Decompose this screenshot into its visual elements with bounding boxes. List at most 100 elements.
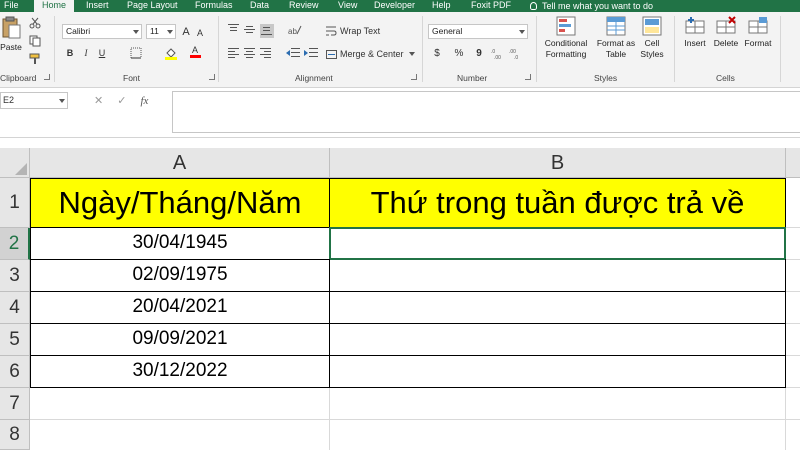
- cell-a8[interactable]: [30, 420, 330, 450]
- row-header-5[interactable]: 5: [0, 324, 30, 356]
- tab-help[interactable]: Help: [432, 0, 451, 12]
- cell-a7[interactable]: [30, 388, 330, 420]
- tab-developer[interactable]: Developer: [374, 0, 415, 12]
- align-middle-button[interactable]: [244, 24, 256, 34]
- cell-b5[interactable]: [329, 323, 786, 356]
- grow-font-button[interactable]: A: [180, 24, 192, 39]
- cell-styles-button[interactable]: Cell Styles: [637, 16, 667, 60]
- number-format-select[interactable]: General: [428, 24, 528, 39]
- cell-c6[interactable]: [786, 356, 800, 388]
- align-right-button[interactable]: [260, 48, 272, 58]
- cell-b6[interactable]: [329, 355, 786, 388]
- cell-b7[interactable]: [330, 388, 786, 420]
- delete-cells-button[interactable]: Delete: [711, 16, 741, 49]
- cell-c3[interactable]: [786, 260, 800, 292]
- conditional-formatting-button[interactable]: Conditional Formatting: [541, 16, 591, 60]
- cell-c7[interactable]: [786, 388, 800, 420]
- decrease-decimal-button[interactable]: .00.0: [508, 46, 524, 60]
- cut-icon[interactable]: [28, 16, 42, 30]
- align-bottom-button[interactable]: [260, 24, 274, 38]
- cell-b8[interactable]: [330, 420, 786, 450]
- enter-icon[interactable]: ✓: [117, 94, 126, 107]
- alignment-group-label: Alignment: [295, 73, 333, 83]
- fill-color-button[interactable]: [162, 46, 180, 60]
- increase-decimal-button[interactable]: .0.00: [490, 46, 506, 60]
- tab-view[interactable]: View: [338, 0, 357, 12]
- cell-a6[interactable]: 30/12/2022: [30, 355, 330, 388]
- tab-formulas[interactable]: Formulas: [195, 0, 233, 12]
- font-size-select[interactable]: 11: [146, 24, 176, 39]
- row-header-8[interactable]: 8: [0, 420, 30, 450]
- insert-cells-button[interactable]: Insert: [680, 16, 710, 49]
- row-header-7[interactable]: 7: [0, 388, 30, 420]
- comma-style-button[interactable]: 9: [472, 46, 486, 60]
- cell-a3[interactable]: 02/09/1975: [30, 259, 330, 292]
- cell-c8[interactable]: [786, 420, 800, 450]
- font-launcher-icon[interactable]: [209, 74, 215, 80]
- tab-file[interactable]: File: [4, 0, 19, 12]
- cell-c5[interactable]: [786, 324, 800, 356]
- cell-c4[interactable]: [786, 292, 800, 324]
- cell-b4[interactable]: [329, 291, 786, 324]
- percent-button[interactable]: %: [452, 46, 466, 60]
- row-header-2[interactable]: 2: [0, 228, 30, 260]
- row-header-6[interactable]: 6: [0, 356, 30, 388]
- group-divider: [674, 16, 675, 82]
- borders-button[interactable]: [126, 46, 146, 60]
- increase-indent-button[interactable]: [304, 48, 318, 58]
- orientation-button[interactable]: ab: [288, 24, 302, 36]
- tab-data[interactable]: Data: [250, 0, 269, 12]
- decrease-indent-button[interactable]: [286, 48, 300, 58]
- format-cells-button[interactable]: Format: [742, 16, 774, 49]
- align-center-button[interactable]: [244, 48, 256, 58]
- format-as-table-button[interactable]: Format as Table: [594, 16, 638, 60]
- cell-c2[interactable]: [786, 228, 800, 260]
- insert-function-icon[interactable]: fx: [140, 95, 148, 107]
- row-header-1[interactable]: 1: [0, 178, 30, 228]
- align-top-button[interactable]: [228, 24, 240, 34]
- cancel-icon[interactable]: ✕: [94, 94, 103, 107]
- cell-b1-header[interactable]: Thứ trong tuần được trả về: [329, 178, 786, 228]
- name-box[interactable]: E2: [0, 92, 68, 109]
- cell-a5[interactable]: 09/09/2021: [30, 323, 330, 356]
- cell-a1-header[interactable]: Ngày/Tháng/Năm: [30, 178, 330, 228]
- row-header-3[interactable]: 3: [0, 260, 30, 292]
- tab-page-layout[interactable]: Page Layout: [127, 0, 178, 12]
- cell-c1[interactable]: [786, 178, 800, 228]
- paste-button[interactable]: Paste: [0, 16, 22, 53]
- merge-center-button[interactable]: Merge & Center: [326, 47, 415, 61]
- copy-icon[interactable]: [28, 34, 42, 48]
- font-name-select[interactable]: Calibri: [62, 24, 142, 39]
- tab-home[interactable]: Home: [34, 0, 75, 12]
- conditional-formatting-label-2: Formatting: [545, 49, 587, 59]
- cell-b2[interactable]: [329, 227, 786, 260]
- cell-b3[interactable]: [329, 259, 786, 292]
- tell-me-search[interactable]: Tell me what you want to do: [530, 0, 653, 12]
- italic-button[interactable]: I: [80, 46, 92, 60]
- select-all-button[interactable]: [0, 148, 30, 178]
- bold-button[interactable]: B: [64, 46, 76, 60]
- clipboard-launcher-icon[interactable]: [44, 74, 50, 80]
- formula-input[interactable]: [172, 91, 800, 133]
- cell-a4[interactable]: 20/04/2021: [30, 291, 330, 324]
- column-header-b[interactable]: B: [330, 148, 786, 178]
- column-header-a[interactable]: A: [30, 148, 330, 178]
- column-header-c[interactable]: [786, 148, 800, 178]
- font-color-button[interactable]: A: [188, 44, 202, 60]
- format-painter-icon[interactable]: [28, 52, 42, 66]
- underline-button[interactable]: U: [96, 46, 108, 60]
- wrap-text-button[interactable]: Wrap Text: [326, 24, 380, 38]
- row-header-4[interactable]: 4: [0, 292, 30, 324]
- select-all-icon: [15, 163, 27, 175]
- alignment-launcher-icon[interactable]: [411, 74, 417, 80]
- increase-decimal-icon: .0.00: [491, 49, 501, 59]
- number-launcher-icon[interactable]: [525, 74, 531, 80]
- merge-center-label: Merge & Center: [340, 49, 404, 59]
- currency-button[interactable]: $: [430, 46, 444, 60]
- tab-insert[interactable]: Insert: [86, 0, 109, 12]
- tab-review[interactable]: Review: [289, 0, 319, 12]
- cell-a2[interactable]: 30/04/1945: [30, 227, 330, 260]
- align-left-button[interactable]: [228, 48, 240, 58]
- shrink-font-button[interactable]: A: [194, 25, 206, 40]
- tab-foxit-pdf[interactable]: Foxit PDF: [471, 0, 511, 12]
